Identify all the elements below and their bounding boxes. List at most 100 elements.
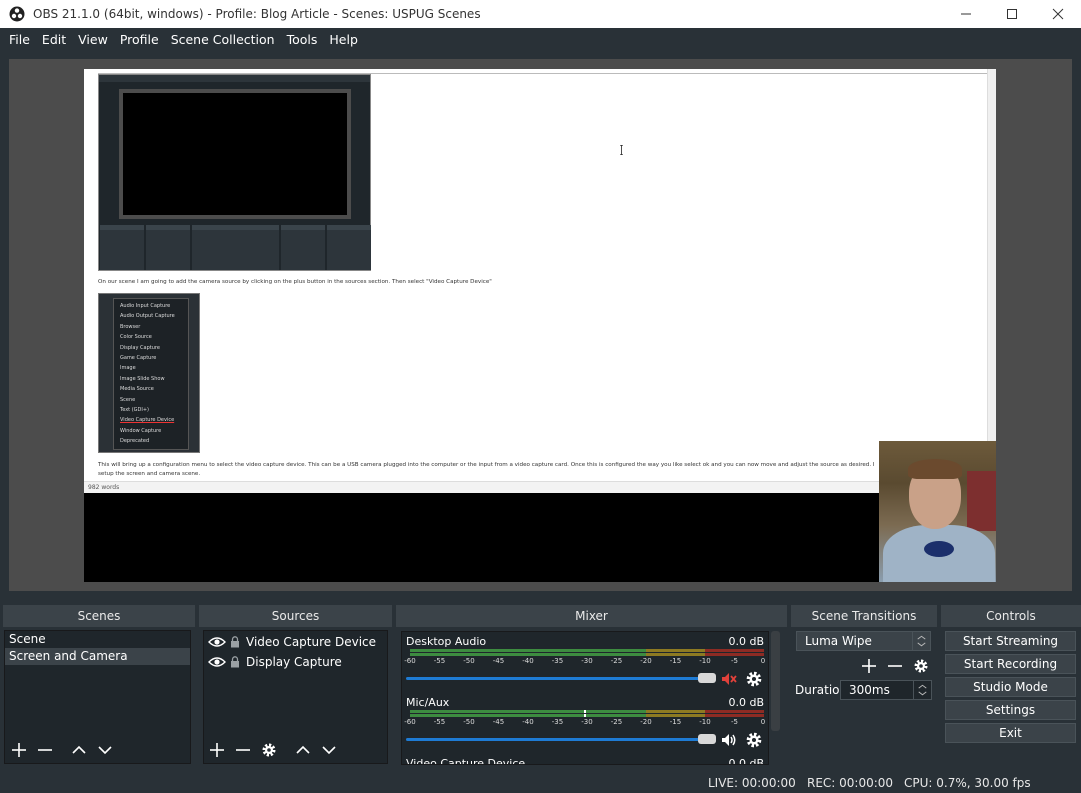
muted-speaker-icon[interactable]	[720, 670, 738, 688]
track-db: 0.0 dB	[728, 696, 764, 709]
volume-slider[interactable]	[406, 673, 716, 683]
mini-dock	[191, 225, 280, 270]
tick-label: -15	[669, 718, 682, 726]
chevron-down-icon	[322, 746, 336, 755]
tick-label: -40	[522, 718, 534, 726]
scene-item-selected[interactable]: Screen and Camera	[5, 648, 190, 665]
ctx-item: Deprecated	[120, 438, 150, 445]
gear-icon[interactable]	[745, 670, 763, 688]
close-icon	[1052, 8, 1064, 20]
slider-thumb[interactable]	[698, 673, 716, 683]
track-name: Video Capture Device	[406, 757, 526, 765]
remove-transition-button[interactable]	[884, 655, 906, 677]
exit-button[interactable]: Exit	[945, 723, 1076, 743]
tick-label: 0	[760, 657, 766, 665]
eye-icon[interactable]	[208, 636, 226, 648]
duration-spinbox[interactable]: 300ms	[840, 680, 932, 700]
source-properties-button[interactable]	[258, 739, 280, 761]
menu-view[interactable]: View	[72, 28, 114, 52]
plus-icon	[862, 659, 876, 673]
obs-logo-icon	[9, 6, 25, 22]
settings-button[interactable]: Settings	[945, 700, 1076, 720]
tick-label: 0	[760, 718, 766, 726]
tick-label: -25	[610, 657, 623, 665]
mixer-header: Mixer	[396, 605, 787, 627]
menu-help[interactable]: Help	[323, 28, 364, 52]
add-source-button[interactable]	[206, 739, 228, 761]
chevron-up-icon	[72, 745, 86, 754]
remove-source-button[interactable]	[232, 739, 254, 761]
plus-icon	[210, 743, 224, 757]
menu-tools[interactable]: Tools	[281, 28, 324, 52]
tick-label: -55	[433, 718, 446, 726]
tick-label: -20	[640, 657, 652, 665]
lock-icon[interactable]	[230, 656, 240, 668]
start-recording-button[interactable]: Start Recording	[945, 654, 1076, 674]
start-streaming-button[interactable]: Start Streaming	[945, 631, 1076, 651]
webcam-shirt-logo	[924, 541, 954, 557]
move-source-down-button[interactable]	[318, 739, 340, 761]
maximize-icon	[1007, 9, 1017, 19]
add-scene-button[interactable]	[8, 739, 30, 761]
ctx-item: Window Capture	[120, 427, 162, 434]
volume-meter	[410, 710, 764, 718]
mixer-scrollbar[interactable]	[771, 631, 780, 731]
scenes-toolbar	[8, 739, 116, 761]
cpu-fps: CPU: 0.7%, 30.00 fps	[904, 776, 1031, 790]
preview-canvas[interactable]: On our scene I am going to add the camer…	[84, 69, 996, 582]
move-scene-down-button[interactable]	[94, 739, 116, 761]
mixer-track-desktop-audio: Desktop Audio 0.0 dB -60 -55 -50 -45 -40…	[402, 632, 768, 692]
gear-icon	[914, 659, 928, 673]
lock-icon[interactable]	[230, 636, 240, 648]
menu-edit[interactable]: Edit	[36, 28, 72, 52]
track-db: 0.0 dB	[728, 635, 764, 648]
doc-paragraph: setup the screen and camera scene.	[98, 471, 201, 477]
tick-label: -35	[551, 718, 564, 726]
doc-scrollbar	[987, 69, 996, 491]
tick-label: -60	[404, 718, 416, 726]
transition-properties-button[interactable]	[910, 655, 932, 677]
doc-paragraph: On our scene I am going to add the camer…	[98, 279, 492, 285]
transition-value: Luma Wipe	[805, 634, 872, 648]
move-scene-up-button[interactable]	[68, 739, 90, 761]
sources-header: Sources	[199, 605, 392, 627]
ctx-item-video-capture: Video Capture Device	[120, 417, 175, 424]
doc-paragraph: This will bring up a configuration menu …	[98, 462, 875, 468]
eye-icon[interactable]	[208, 656, 226, 668]
plus-icon	[12, 743, 26, 757]
minimize-button[interactable]	[943, 0, 989, 28]
scenes-header: Scenes	[3, 605, 195, 627]
track-name: Mic/Aux	[406, 696, 450, 709]
screenshot-context-menu: Audio Input Capture Audio Output Capture…	[98, 293, 200, 453]
slider-thumb[interactable]	[698, 734, 716, 744]
menu-file[interactable]: File	[3, 28, 36, 52]
tick-label: -20	[640, 718, 652, 726]
source-label: Video Capture Device	[246, 635, 377, 649]
source-item[interactable]: Video Capture Device	[204, 632, 387, 652]
move-source-up-button[interactable]	[292, 739, 314, 761]
studio-mode-button[interactable]: Studio Mode	[945, 677, 1076, 697]
menu-scene-collection[interactable]: Scene Collection	[165, 28, 281, 52]
remove-scene-button[interactable]	[34, 739, 56, 761]
maximize-button[interactable]	[989, 0, 1035, 28]
speaker-icon[interactable]	[720, 731, 738, 749]
scene-item[interactable]: Scene	[5, 631, 190, 648]
ctx-item: Browser	[120, 323, 141, 330]
ctx-item: Game Capture	[120, 355, 157, 362]
add-transition-button[interactable]	[858, 655, 880, 677]
tick-label: -60	[404, 657, 416, 665]
menu-profile[interactable]: Profile	[114, 28, 165, 52]
updown-arrows-icon[interactable]	[913, 681, 931, 699]
close-button[interactable]	[1035, 0, 1081, 28]
minimize-icon	[961, 13, 971, 15]
tick-label: -5	[731, 657, 738, 665]
tick-label: -35	[551, 657, 564, 665]
ctx-item: Display Capture	[120, 344, 160, 351]
volume-slider[interactable]	[406, 734, 716, 744]
gear-icon[interactable]	[745, 731, 763, 749]
transition-select[interactable]: Luma Wipe	[796, 631, 931, 651]
audio-mixer: Desktop Audio 0.0 dB -60 -55 -50 -45 -40…	[401, 631, 769, 765]
tick-label: -25	[610, 718, 623, 726]
source-item[interactable]: Display Capture	[204, 652, 387, 672]
sources-toolbar	[206, 739, 340, 761]
